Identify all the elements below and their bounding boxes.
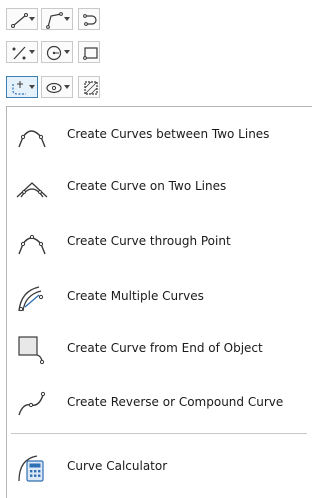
curve-on-lines-icon	[16, 182, 48, 198]
menu-separator	[11, 433, 307, 434]
draw-toolbar	[0, 0, 150, 106]
menu-item-multiple-curves[interactable]: Create Multiple Curves	[7, 277, 307, 319]
line-tool-button[interactable]	[6, 8, 38, 30]
menu-item-label: Create Curve on Two Lines	[67, 179, 227, 193]
curve-calculator-icon	[18, 455, 44, 482]
rectangle-tool-button[interactable]	[78, 41, 100, 63]
arc-tool-icon	[83, 14, 97, 26]
menu-item-curves-between-two-lines[interactable]: Create Curves between Two Lines	[7, 115, 307, 157]
point-tool-button[interactable]	[6, 41, 38, 63]
dropdown-arrow-icon[interactable]	[29, 17, 35, 21]
menu-item-curve-from-end-of-object[interactable]: Create Curve from End of Object	[7, 329, 307, 371]
curve-from-end-icon	[18, 336, 45, 365]
curves-dropdown-menu: Create Curves between Two Lines Create C…	[6, 106, 312, 498]
menu-item-curve-through-point[interactable]: Create Curve through Point	[7, 222, 307, 264]
menu-item-label: Create Curve from End of Object	[67, 341, 263, 355]
ellipse-tool-icon	[46, 82, 62, 94]
reverse-compound-curve-icon	[18, 391, 46, 416]
menu-item-label: Curve Calculator	[67, 459, 168, 473]
polyline-tool-button[interactable]	[41, 8, 73, 30]
rectangle-tool-icon	[83, 47, 98, 60]
dropdown-arrow-icon[interactable]	[64, 17, 70, 21]
circle-tool-button[interactable]	[41, 41, 73, 63]
hatch-tool-icon	[84, 81, 98, 95]
ellipse-tool-button[interactable]	[41, 76, 73, 98]
menu-item-curve-on-two-lines[interactable]: Create Curve on Two Lines	[7, 167, 307, 209]
multiple-curves-icon	[18, 286, 44, 312]
dropdown-arrow-icon[interactable]	[29, 50, 35, 54]
menu-item-label: Create Curve through Point	[67, 234, 231, 248]
menu-item-reverse-or-compound-curve[interactable]: Create Reverse or Compound Curve	[7, 383, 307, 425]
curve-between-lines-icon	[18, 130, 46, 148]
curve-through-point-icon	[18, 234, 46, 255]
curve-tool-icon	[12, 81, 26, 95]
line-tool-icon	[11, 13, 28, 28]
point-tool-icon	[12, 46, 26, 60]
hatch-tool-button[interactable]	[78, 76, 100, 98]
menu-item-label: Create Curves between Two Lines	[67, 127, 270, 141]
arc-tool-button[interactable]	[78, 8, 100, 30]
menu-item-label: Create Multiple Curves	[67, 289, 204, 303]
menu-item-label: Create Reverse or Compound Curve	[67, 395, 284, 409]
dropdown-arrow-icon[interactable]	[64, 50, 70, 54]
circle-tool-icon	[46, 45, 62, 61]
dropdown-arrow-icon[interactable]	[64, 85, 70, 89]
dropdown-arrow-icon[interactable]	[29, 85, 35, 89]
polyline-tool-icon	[46, 12, 63, 29]
curve-tool-button[interactable]	[6, 76, 38, 98]
menu-item-curve-calculator[interactable]: Curve Calculator	[7, 447, 307, 489]
